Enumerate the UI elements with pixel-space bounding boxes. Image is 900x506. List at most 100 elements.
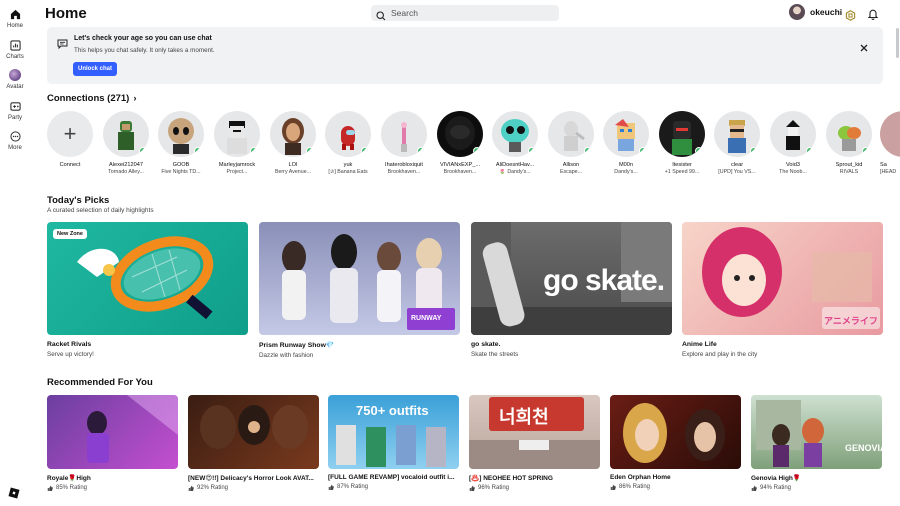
game-card[interactable]: GENOVIA Genovia High🌹 94% Rating — [751, 395, 882, 491]
connection-item[interactable]: Marleyjamrock Project... — [213, 111, 261, 175]
side-nav: Home Charts Avatar Party More — [0, 0, 30, 506]
avatar — [325, 111, 371, 157]
connection-name: GOOB — [172, 162, 190, 168]
nav-avatar[interactable]: Avatar — [0, 68, 30, 90]
pick-subtitle: Explore and play in the city — [682, 351, 758, 358]
search-input[interactable] — [391, 8, 551, 18]
connection-item[interactable]: GOOB Five Nights TD... — [157, 111, 205, 175]
connection-name: Sprout_kid — [835, 162, 863, 168]
connection-game: 🌷 Dandy's... — [499, 169, 531, 175]
avatar — [714, 111, 760, 157]
rating-text: 94% Rating — [760, 485, 792, 491]
avatar — [548, 111, 594, 157]
new-zone-badge: New Zone — [53, 229, 87, 239]
connection-name: Alexei212047 — [109, 162, 143, 168]
connections-title-text: Connections (271) — [47, 93, 130, 104]
game-card[interactable]: 너희천 [♨️] NEOHEE HOT SPRING 96% Rating — [469, 395, 600, 491]
online-status-icon — [250, 147, 258, 155]
connection-item[interactable]: Void3 The Noob... — [769, 111, 817, 175]
connection-item[interactable]: Sa [HEAD — [880, 111, 900, 175]
connections-title[interactable]: Connections (271) › — [47, 93, 137, 104]
connection-item[interactable]: Itesister +1 Speed 99... — [658, 111, 706, 175]
rating-text: 86% Rating — [619, 484, 651, 490]
username[interactable]: okeuchi — [810, 7, 842, 17]
pick-card[interactable]: RUNWAY Prism Runway Show💎 Dazzle with fa… — [259, 222, 460, 359]
notification-bell-icon[interactable] — [867, 7, 879, 20]
connection-game: Project... — [226, 169, 248, 175]
game-card[interactable]: 750+ outfits [FULL GAME REVAMP] vocaloid… — [328, 395, 459, 490]
pick-card[interactable]: アニメライフ Anime Life Explore and play in th… — [682, 222, 883, 358]
online-status-icon — [750, 147, 758, 155]
nav-label: Avatar — [6, 84, 24, 90]
rating-text: 85% Rating — [56, 485, 88, 491]
home-icon — [8, 7, 22, 21]
connect-button[interactable]: + Connect — [46, 111, 94, 168]
connection-item[interactable]: LOI Berry Avenue... — [269, 111, 317, 175]
thumbs-up-icon — [610, 484, 616, 490]
connection-item[interactable]: clear [UPD] You VS... — [713, 111, 761, 175]
avatar — [880, 111, 900, 157]
robux-icon[interactable] — [845, 8, 856, 21]
banner-subtitle: This helps you chat safely. It only take… — [74, 47, 215, 54]
game-card[interactable]: [NEW😍!!] Delicacy's Horror Look AVAT... … — [188, 395, 319, 491]
pick-card[interactable]: New Zone Racket Rivals Serve up victory! — [47, 222, 248, 358]
connection-name: VIVIANxEXP_... — [439, 162, 481, 168]
online-status-icon — [194, 147, 202, 155]
search-bar[interactable] — [371, 5, 559, 21]
search-icon — [376, 8, 386, 21]
connection-item[interactable]: AliDoesntHav... 🌷 Dandy's... — [491, 111, 539, 175]
nav-more[interactable]: More — [0, 129, 30, 151]
connection-name: Void3 — [786, 162, 800, 168]
add-connection-icon: + — [47, 111, 93, 157]
connection-game: +1 Speed 99... — [664, 169, 700, 175]
connection-name: Connect — [59, 162, 81, 168]
avatar — [270, 111, 316, 157]
avatar — [659, 111, 705, 157]
connection-item[interactable]: VIVIANxEXP_... Brookhaven... — [436, 111, 484, 175]
connection-item[interactable]: Allison Escape... — [547, 111, 595, 175]
pick-card[interactable]: go skate. go skate. Skate the streets — [471, 222, 672, 358]
rating: 92% Rating — [188, 485, 319, 491]
game-thumbnail: New Zone — [47, 222, 248, 335]
game-card[interactable]: Eden Orphan Home 86% Rating — [610, 395, 741, 490]
page-scrollbar[interactable] — [896, 28, 899, 58]
connection-name: Itesister — [672, 162, 692, 168]
game-card[interactable]: Royale🌹High 85% Rating — [47, 395, 178, 491]
charts-icon — [8, 38, 22, 52]
nav-party[interactable]: Party — [0, 99, 30, 121]
game-thumbnail: 너희천 — [469, 395, 600, 469]
avatar — [381, 111, 427, 157]
banner-title: Let's check your age so you can use chat — [74, 35, 212, 42]
thumbs-up-icon — [47, 485, 53, 491]
game-title: Royale🌹High — [47, 475, 91, 482]
game-thumbnail: go skate. — [471, 222, 672, 335]
roblox-logo-icon[interactable] — [8, 486, 22, 499]
connection-item[interactable]: M00n Dandy's... — [602, 111, 650, 175]
close-icon[interactable] — [860, 39, 868, 52]
online-status-icon — [862, 147, 870, 155]
connection-game: [✰] Banana Eats — [328, 169, 368, 175]
outfits-label: 750+ outfits — [356, 403, 429, 418]
avatar — [437, 111, 483, 157]
user-profile[interactable]: okeuchi — [789, 4, 842, 20]
avatar[interactable] — [789, 4, 805, 20]
game-title: [FULL GAME REVAMP] vocaloid outfit i... — [328, 474, 455, 481]
connection-game: Brookhaven... — [443, 169, 477, 175]
nav-home[interactable]: Home — [0, 7, 30, 29]
avatar — [826, 111, 872, 157]
connection-item[interactable]: yuk [✰] Banana Eats — [324, 111, 372, 175]
connection-item[interactable]: Sprout_kid RIVALS — [825, 111, 873, 175]
game-thumbnail: RUNWAY — [259, 222, 460, 335]
unlock-chat-button[interactable]: Unlock chat — [73, 62, 118, 76]
connection-item[interactable]: Ihaterobloxiquit Brookhaven... — [380, 111, 428, 175]
game-thumbnail: 750+ outfits — [328, 395, 459, 469]
connection-game: The Noob... — [779, 169, 807, 175]
thumbs-up-icon — [469, 485, 475, 491]
connection-name: AliDoesntHav... — [495, 162, 535, 168]
genovia-logo: GENOVIA — [845, 443, 882, 453]
avatar — [492, 111, 538, 157]
nav-label: Party — [7, 115, 22, 121]
nav-charts[interactable]: Charts — [0, 38, 30, 60]
pick-title: go skate. — [471, 341, 501, 348]
connection-item[interactable]: Alexei212047 Tornado Alley... — [102, 111, 150, 175]
